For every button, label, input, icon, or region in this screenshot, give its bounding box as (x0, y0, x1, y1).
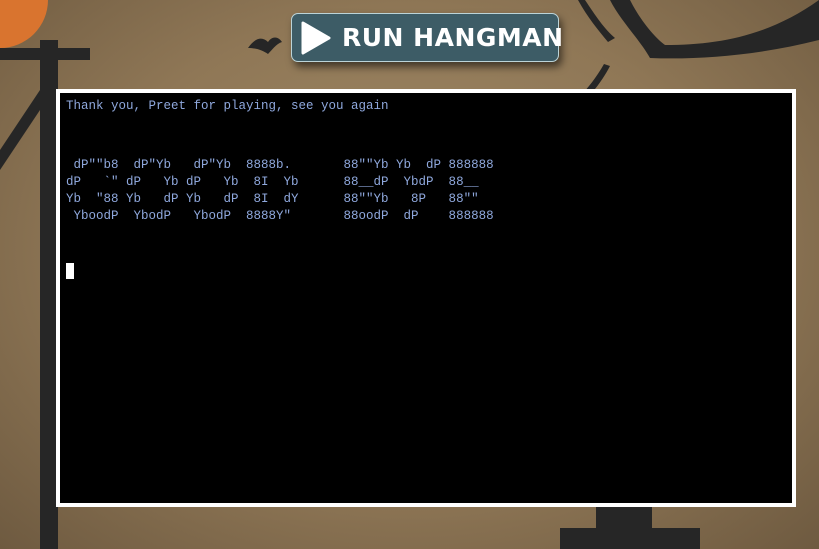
bat-shape (248, 37, 282, 54)
run-button-label: RUN HANGMAN (342, 23, 564, 52)
banner-line: dP""b8 dP"Yb dP"Yb 8888b. 88""Yb Yb dP 8… (66, 158, 494, 172)
tree-base (560, 528, 700, 549)
gallows-beam (0, 48, 90, 60)
play-icon (301, 21, 331, 55)
tree-branch-top (610, 0, 819, 59)
terminal-frame: Thank you, Preet for playing, see you ag… (56, 89, 796, 507)
terminal-console[interactable]: Thank you, Preet for playing, see you ag… (60, 93, 792, 503)
ascii-banner: dP""b8 dP"Yb dP"Yb 8888b. 88""Yb Yb dP 8… (66, 157, 786, 225)
run-hangman-button[interactable]: RUN HANGMAN (291, 13, 563, 62)
banner-line: Yb "88 Yb dP Yb dP 8I dY 88""Yb 8P 88"" (66, 192, 479, 206)
terminal-message: Thank you, Preet for playing, see you ag… (66, 99, 389, 113)
banner-line: YboodP YbodP YbodP 8888Y" 88oodP dP 8888… (66, 209, 494, 223)
terminal-cursor (66, 263, 74, 279)
banner-line: dP `" dP Yb dP Yb 8I Yb 88__dP YbdP 88__ (66, 175, 479, 189)
tree-twig (578, 0, 615, 42)
gallows-brace (0, 90, 40, 170)
